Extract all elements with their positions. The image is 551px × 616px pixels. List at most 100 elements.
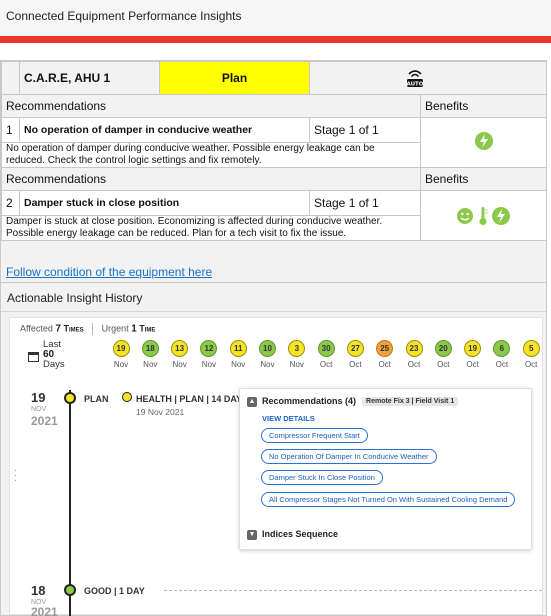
day-month: Oct (437, 360, 450, 369)
day-month: Oct (349, 360, 362, 369)
history-panel: Affected 7 Times Urgent 1 Time Last 60 D… (9, 317, 544, 616)
day-badge[interactable]: 5 Oct (518, 340, 544, 369)
day-month: Oct (466, 360, 479, 369)
day-month: Nov (172, 360, 187, 369)
day-month: Nov (143, 360, 158, 369)
day-number: 13 (171, 340, 189, 357)
day-month: Nov (231, 360, 246, 369)
reco-title: No operation of damper in conducive weat… (19, 117, 310, 143)
day-number: 6 (493, 340, 511, 357)
event-date: 19 Nov 2021 (136, 407, 185, 417)
day-number: 3 (288, 340, 306, 357)
reco-stage: Stage 1 of 1 (309, 117, 421, 143)
day-badge[interactable]: 30 Oct (313, 340, 339, 369)
day-number: 25 (376, 340, 394, 357)
day-badge[interactable]: 19 Nov (108, 340, 134, 369)
day-badge[interactable]: 6 Oct (489, 340, 515, 369)
status-plan: Plan (159, 61, 310, 95)
follow-condition-link[interactable]: Follow condition of the equipment here (6, 265, 212, 279)
event-status: GOOD | 1 DAY (84, 586, 145, 596)
accent-bar (0, 36, 551, 43)
day-number: 5 (522, 340, 540, 357)
history-title: Actionable Insight History (7, 291, 143, 305)
day-month: Nov (260, 360, 275, 369)
timeline-dot-good[interactable] (64, 584, 76, 596)
day-number: 12 (200, 340, 218, 357)
drag-handle-icon[interactable]: · · · (14, 466, 17, 486)
last-days-filter[interactable]: Last 60 Days (43, 340, 65, 370)
day-month: Oct (407, 360, 421, 369)
day-badge[interactable]: 23 Oct (401, 340, 427, 369)
svg-text:AUTO: AUTO (407, 82, 424, 88)
page-title: Connected Equipment Performance Insights (6, 9, 242, 23)
timeline-dot-plan[interactable] (64, 392, 76, 404)
timeline-line (69, 390, 71, 616)
reco-pill[interactable]: All Compressor Stages Not Turned On With… (261, 492, 516, 507)
day-number: 27 (346, 340, 364, 357)
reco-pill[interactable]: No Operation Of Damper In Conducive Weat… (261, 449, 437, 464)
event-status: PLAN (84, 394, 109, 404)
reco-number: 2 (1, 190, 20, 216)
day-number: 18 (141, 340, 159, 357)
day-number: 23 (405, 340, 423, 357)
day-number: 11 (229, 340, 247, 357)
recommendations-header-1: Recommendations Benefits (1, 94, 547, 118)
calendar-icon[interactable] (28, 351, 39, 365)
recommendation-row-2: 2 Damper stuck in close position Stage 1… (1, 190, 547, 241)
app-header: Connected Equipment Performance Insights (0, 0, 551, 36)
day-month: Oct (319, 360, 333, 369)
recommendations-popup: ▲ Recommendations (4) Remote Fix 3 | Field… (239, 388, 532, 550)
day-badge[interactable]: 27 Oct (342, 340, 368, 369)
day-month: Nov (289, 360, 304, 369)
thermometer-icon (479, 206, 487, 225)
timeline-dashed-line (164, 590, 542, 591)
day-month: Oct (378, 360, 391, 369)
day-month: Oct (495, 360, 509, 369)
view-details-link[interactable]: VIEW DETAILS (262, 414, 315, 423)
benefit-cell-1 (420, 117, 547, 168)
comfort-icon (457, 207, 474, 224)
day-number: 19 (112, 340, 130, 357)
energy-leaf-icon (491, 206, 510, 225)
day-badge[interactable]: 20 Oct (430, 340, 456, 369)
insight-card: C.A.R.E, AHU 1 Plan AUTO Recommendations… (0, 60, 547, 616)
day-badge[interactable]: 3 Nov (284, 340, 310, 369)
day-number: 10 (259, 340, 276, 357)
day-month: Oct (524, 360, 538, 369)
equipment-name: C.A.R.E, AHU 1 (19, 61, 160, 95)
energy-leaf-icon (474, 132, 493, 150)
chevron-up-icon[interactable]: ▲ (247, 396, 257, 407)
day-badge[interactable]: 10 Nov (255, 340, 281, 369)
reco-pill[interactable]: Compressor Frequent Start (261, 428, 368, 443)
fix-type-tag: Remote Fix 3 | Field Visit 1 (362, 397, 459, 407)
day-number: 30 (317, 340, 335, 357)
day-strip: 19 Nov 18 Nov 13 Nov 12 Nov 11 Nov 10 Nov 3 Nov 30 Oct 2… (108, 340, 544, 374)
indices-sequence: Indices Sequence (262, 529, 339, 539)
day-number: 20 (434, 340, 452, 357)
day-badge[interactable]: 19 Oct (460, 340, 486, 369)
recommendation-row-1: 1 No operation of damper in conducive we… (1, 117, 547, 168)
event-meta: HEALTH | PLAN | 14 DAYS (136, 394, 249, 404)
reco-stage: Stage 1 of 1 (309, 190, 421, 216)
reco-number: 1 (1, 117, 20, 143)
day-month: Nov (113, 360, 129, 369)
health-dot (122, 392, 132, 402)
auto-wireless-icon: AUTO (404, 67, 426, 89)
day-badge[interactable]: 13 Nov (167, 340, 193, 369)
chevron-down-icon[interactable]: ▼ (247, 529, 257, 540)
reco-description: No operation of damper during conducive … (1, 142, 421, 168)
day-badge[interactable]: 12 Nov (196, 340, 222, 369)
day-badge[interactable]: 18 Nov (137, 340, 163, 369)
reco-title: Damper stuck in close position (19, 190, 310, 216)
day-month: Nov (201, 360, 216, 369)
benefit-cell-2 (420, 190, 547, 241)
day-badge[interactable]: 25 Oct (372, 340, 398, 369)
reco-description: Damper is stuck at close position. Econo… (1, 215, 421, 241)
equipment-row: C.A.R.E, AHU 1 Plan AUTO (1, 61, 547, 95)
insight-table: C.A.R.E, AHU 1 Plan AUTO Recommendations… (1, 61, 547, 241)
recommendations-header-2: Recommendations Benefits (1, 167, 547, 191)
day-badge[interactable]: 11 Nov (225, 340, 251, 369)
reco-pill[interactable]: Damper Stuck In Close Position (261, 470, 383, 485)
day-number: 19 (464, 340, 482, 357)
history-counts: Affected 7 Times Urgent 1 Time (20, 323, 156, 335)
